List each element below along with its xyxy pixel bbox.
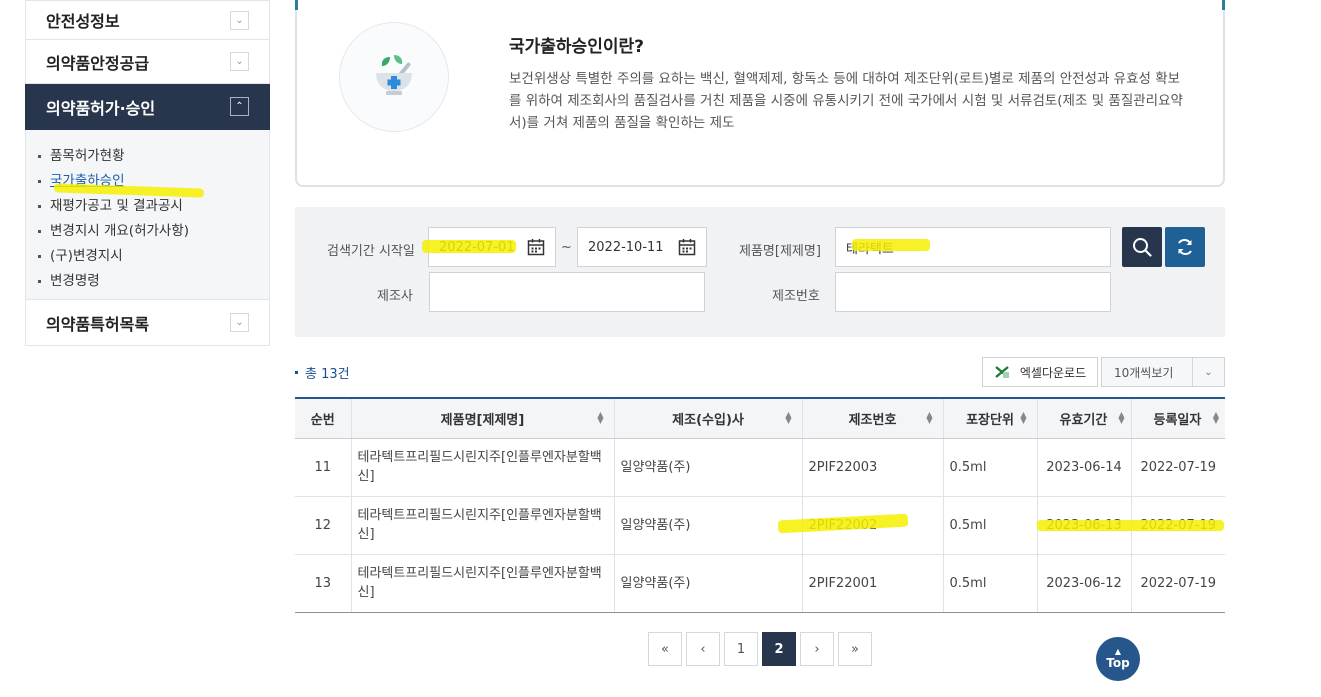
start-date-label: 검색기간 시작일 [327,244,415,259]
reset-button[interactable] [1165,227,1205,267]
scroll-top-button[interactable]: ▲ Top [1096,637,1140,681]
cell-registered-date: 2022-07-19 [1131,438,1225,497]
table-row[interactable]: 13 테라텍트프리필드시린지주[인플루엔자분할백신] 일양약품(주) 2PIF2… [295,554,1225,613]
accent-bar [1222,0,1225,10]
page-1-button[interactable]: 1 [724,632,758,666]
caret-up-icon: ▲ [1114,647,1122,656]
sort-icon: ▲ ▼ [1020,410,1027,425]
total-count: 총 13건 [295,363,350,382]
search-icon [1133,238,1152,257]
cell-package-unit: 0.5ml [943,438,1038,497]
mortar-pestle-icon [339,22,449,132]
search-panel: 검색기간 시작일 2022-07-01 ~ 2022-10-11 제품명[제제명… [295,207,1225,337]
column-header-no: 순번 [295,397,352,439]
submenu-item-reevaluation[interactable]: 재평가공고 및 결과공시 [38,194,269,219]
cell-lot-number: 2PIF22001 [802,554,944,613]
chevron-up-icon[interactable]: ⌃ [230,97,249,116]
sort-icon: ▲ ▼ [1212,410,1219,425]
info-description: 보건위생상 특별한 주의를 요하는 백신, 혈액제제, 항독소 등에 대하여 제… [509,71,1183,131]
cell-no: 13 [295,554,352,613]
product-name-label: 제품명[제제명] [739,244,821,259]
sidebar-item-label: 의약품안정공급 [46,53,150,73]
page-2-button[interactable]: 2 [762,632,796,666]
sidebar-item-drug-patent[interactable]: 의약품특허목록 ⌄ [25,300,270,346]
table-row[interactable]: 11 테라텍트프리필드시린지주[인플루엔자분할백신] 일양약품(주) 2PIF2… [295,438,1225,497]
cell-no: 12 [295,496,352,555]
column-header-maker[interactable]: 제조(수입)사 ▲ ▼ [614,397,803,439]
sidebar: 안전성정보 ⌄ 의약품안정공급 ⌄ 의약품허가·승인 ⌃ 품목허가현황 국가출하… [25,0,270,346]
excel-download-button[interactable]: 엑셀다운로드 [982,357,1098,387]
cell-product-name[interactable]: 테라텍트프리필드시린지주[인플루엔자분할백신] [351,496,615,555]
lot-number-label: 제조번호 [772,289,820,304]
results-table: 순번 제품명[제제명] ▲ ▼ 제조(수입)사 ▲ ▼ 제조번호 ▲ ▼ 포장단위 ▲ ▼ 유효… [295,397,1225,613]
date-range-separator: ~ [561,240,572,255]
prev-page-button[interactable]: ‹ [686,632,720,666]
pagination: « ‹ 1 2 › » [648,632,872,666]
info-box: 국가출하승인이란? 보건위생상 특별한 주의를 요하는 백신, 혈액제제, 항독… [295,0,1225,187]
chevron-down-icon[interactable]: ⌄ [230,313,249,332]
cell-registered-date: 2022-07-19 [1131,554,1225,613]
first-page-button[interactable]: « [648,632,682,666]
sidebar-submenu: 품목허가현황 국가출하승인 재평가공고 및 결과공시 변경지시 개요(허가사항)… [25,130,270,300]
submenu-item-change-order-summary[interactable]: 변경지시 개요(허가사항) [38,219,269,244]
column-header-product-name[interactable]: 제품명[제제명] ▲ ▼ [351,397,615,439]
highlight-mark [1037,520,1224,531]
submenu-item-old-change-order[interactable]: (구)변경지시 [38,244,269,269]
excel-icon [993,366,1010,378]
column-header-lot-number[interactable]: 제조번호 ▲ ▼ [802,397,944,439]
accent-bar [295,0,298,10]
cell-package-unit: 0.5ml [943,554,1038,613]
sort-icon: ▲ ▼ [1118,410,1125,425]
maker-label: 제조사 [377,289,413,304]
maker-input[interactable] [429,272,705,312]
cell-product-name[interactable]: 테라텍트프리필드시린지주[인플루엔자분할백신] [351,554,615,613]
cell-expiry: 2023-06-14 [1037,438,1132,497]
column-header-package-unit[interactable]: 포장단위 ▲ ▼ [943,397,1038,439]
calendar-icon[interactable] [516,227,556,267]
end-date-input[interactable]: 2022-10-11 [577,227,669,267]
highlight-mark [852,239,930,251]
cell-maker: 일양약품(주) [614,496,803,555]
chevron-down-icon[interactable]: ⌄ [230,52,249,71]
sidebar-item-label: 의약품특허목록 [46,314,150,334]
chevron-down-icon[interactable]: ⌄ [230,10,249,30]
sort-icon: ▲ ▼ [785,410,792,425]
info-title: 국가출하승인이란? [509,37,644,57]
calendar-icon[interactable] [667,227,707,267]
sidebar-item-drug-supply[interactable]: 의약품안정공급 ⌄ [25,40,270,84]
page-size-select[interactable]: 10개씩보기 ⌄ [1101,357,1225,387]
sidebar-item-label: 의약품허가·승인 [46,98,156,118]
cell-maker: 일양약품(주) [614,438,803,497]
highlight-mark [422,240,516,253]
submenu-item-change-command[interactable]: 변경명령 [38,269,269,294]
sort-icon: ▲ ▼ [597,410,604,425]
last-page-button[interactable]: » [838,632,872,666]
refresh-icon [1178,238,1192,256]
cell-expiry: 2023-06-12 [1037,554,1132,613]
sidebar-item-drug-approval[interactable]: 의약품허가·승인 ⌃ [25,84,270,130]
sidebar-item-label: 안전성정보 [46,12,120,31]
column-header-registered-date[interactable]: 등록일자 ▲ ▼ [1131,397,1225,439]
cell-product-name[interactable]: 테라텍트프리필드시린지주[인플루엔자분할백신] [351,438,615,497]
cell-no: 11 [295,438,352,497]
next-page-button[interactable]: › [800,632,834,666]
cell-package-unit: 0.5ml [943,496,1038,555]
column-header-expiry[interactable]: 유효기간 ▲ ▼ [1037,397,1132,439]
sidebar-item-safety-info[interactable]: 안전성정보 ⌄ [25,0,270,40]
lot-number-input[interactable] [835,272,1111,312]
cell-maker: 일양약품(주) [614,554,803,613]
sort-icon: ▲ ▼ [926,410,933,425]
search-button[interactable] [1122,227,1162,267]
cell-lot-number: 2PIF22003 [802,438,944,497]
submenu-item-product-approval[interactable]: 품목허가현황 [38,144,269,169]
chevron-down-icon: ⌄ [1192,358,1224,386]
